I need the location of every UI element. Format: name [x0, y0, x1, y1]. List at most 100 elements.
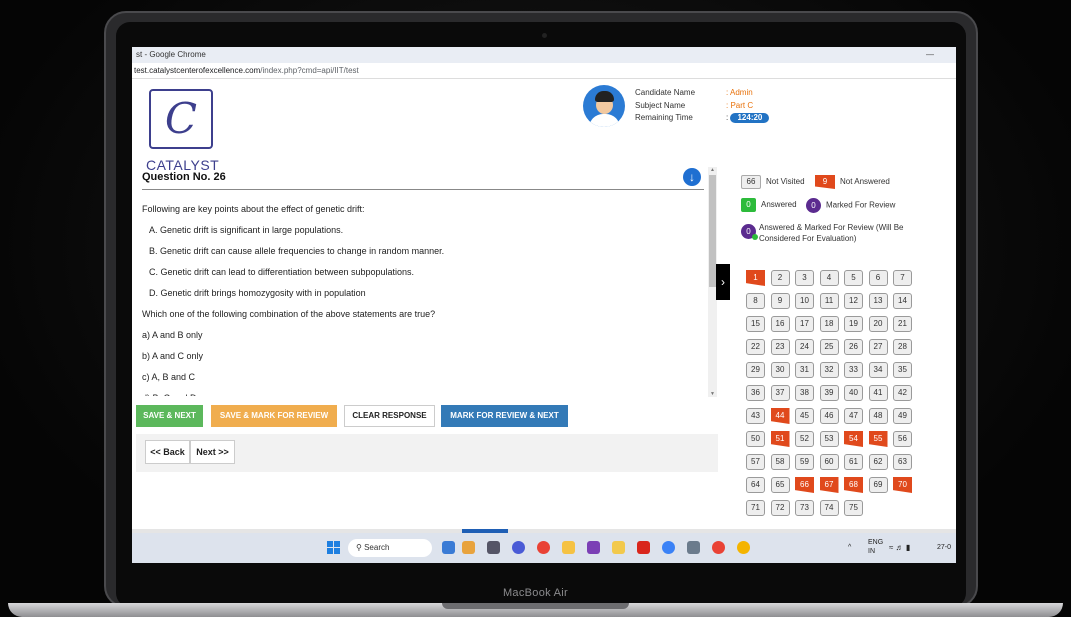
- question-palette-button[interactable]: 66: [795, 477, 814, 493]
- question-palette-button[interactable]: 69: [868, 477, 888, 493]
- question-palette-button[interactable]: 31: [795, 362, 814, 378]
- question-palette-button[interactable]: 48: [868, 408, 888, 424]
- question-palette-button[interactable]: 8: [746, 293, 765, 309]
- question-palette-button[interactable]: 64: [746, 477, 765, 493]
- save-mark-review-button[interactable]: SAVE & MARK FOR REVIEW: [211, 405, 337, 427]
- question-palette-button[interactable]: 41: [868, 385, 888, 401]
- question-palette-button[interactable]: 72: [770, 500, 790, 516]
- question-palette-button[interactable]: 9: [770, 293, 790, 309]
- question-palette-button[interactable]: 59: [795, 454, 814, 470]
- question-palette-button[interactable]: 62: [868, 454, 888, 470]
- question-palette-button[interactable]: 26: [844, 339, 863, 355]
- question-palette-button[interactable]: 23: [770, 339, 790, 355]
- chrome-icon[interactable]: [537, 541, 550, 554]
- question-palette-button[interactable]: 5: [844, 270, 863, 286]
- chrome-profile-icon[interactable]: [662, 541, 675, 554]
- question-palette-button[interactable]: 24: [795, 339, 814, 355]
- question-palette-button[interactable]: 29: [746, 362, 765, 378]
- chrome-profile-icon[interactable]: [712, 541, 725, 554]
- gallery-icon[interactable]: [462, 541, 475, 554]
- question-palette-button[interactable]: 10: [795, 293, 814, 309]
- question-palette-button[interactable]: 73: [795, 500, 814, 516]
- file-explorer-icon[interactable]: [562, 541, 575, 554]
- question-palette-button[interactable]: 47: [844, 408, 863, 424]
- question-palette-button[interactable]: 71: [746, 500, 765, 516]
- question-palette-button[interactable]: 2: [770, 270, 790, 286]
- question-palette-button[interactable]: 25: [819, 339, 839, 355]
- onenote-icon[interactable]: [587, 541, 600, 554]
- question-palette-button[interactable]: 33: [844, 362, 863, 378]
- question-palette-button[interactable]: 52: [795, 431, 814, 447]
- windows-start-icon[interactable]: [327, 541, 340, 554]
- question-palette-button[interactable]: 32: [819, 362, 839, 378]
- question-palette-button[interactable]: 7: [893, 270, 912, 286]
- acrobat-icon[interactable]: [637, 541, 650, 554]
- mark-review-next-button[interactable]: MARK FOR REVIEW & NEXT: [441, 405, 568, 427]
- question-palette-button[interactable]: 53: [819, 431, 839, 447]
- answer-option[interactable]: d) B, C and D: [142, 388, 702, 396]
- question-palette-button[interactable]: 1: [746, 270, 765, 286]
- chevron-right-icon[interactable]: ›: [716, 264, 730, 300]
- question-palette-button[interactable]: 46: [819, 408, 839, 424]
- app-icon[interactable]: [687, 541, 700, 554]
- question-palette-button[interactable]: 36: [746, 385, 765, 401]
- scroll-down-button[interactable]: ↓: [683, 168, 701, 186]
- question-palette-button[interactable]: 21: [893, 316, 912, 332]
- question-palette-button[interactable]: 28: [893, 339, 912, 355]
- question-palette-button[interactable]: 60: [819, 454, 839, 470]
- question-palette-button[interactable]: 55: [868, 431, 888, 447]
- next-button[interactable]: Next >>: [190, 440, 235, 464]
- chevron-up-icon[interactable]: ^: [848, 543, 851, 552]
- answer-option[interactable]: c) A, B and C: [142, 367, 702, 388]
- question-palette-button[interactable]: 20: [868, 316, 888, 332]
- question-palette-button[interactable]: 45: [795, 408, 814, 424]
- chrome-profile-icon[interactable]: [737, 541, 750, 554]
- wifi-volume-battery-icon[interactable]: ≈ ♬ ▮: [889, 543, 910, 552]
- question-palette-button[interactable]: 4: [819, 270, 839, 286]
- question-palette-button[interactable]: 22: [746, 339, 765, 355]
- question-palette-button[interactable]: 37: [770, 385, 790, 401]
- question-palette-button[interactable]: 65: [770, 477, 790, 493]
- question-palette-button[interactable]: 75: [844, 500, 863, 516]
- question-palette-button[interactable]: 42: [893, 385, 912, 401]
- sticky-notes-icon[interactable]: [612, 541, 625, 554]
- question-palette-button[interactable]: 49: [893, 408, 912, 424]
- question-palette-button[interactable]: 74: [819, 500, 839, 516]
- question-palette-button[interactable]: 57: [746, 454, 765, 470]
- question-palette-button[interactable]: 43: [746, 408, 765, 424]
- address-bar[interactable]: test.catalystcenterofexcellence.com/inde…: [132, 63, 956, 79]
- task-view-icon[interactable]: [487, 541, 500, 554]
- minimize-button[interactable]: —: [926, 47, 934, 63]
- answer-option[interactable]: b) A and C only: [142, 346, 702, 367]
- question-palette-button[interactable]: 12: [844, 293, 863, 309]
- question-palette-button[interactable]: 58: [770, 454, 790, 470]
- save-next-button[interactable]: SAVE & NEXT: [136, 405, 203, 427]
- question-palette-button[interactable]: 44: [770, 408, 790, 424]
- question-palette-button[interactable]: 27: [868, 339, 888, 355]
- question-palette-button[interactable]: 6: [868, 270, 888, 286]
- question-palette-button[interactable]: 50: [746, 431, 765, 447]
- widgets-icon[interactable]: [442, 541, 455, 554]
- question-palette-button[interactable]: 30: [770, 362, 790, 378]
- question-palette-button[interactable]: 40: [844, 385, 863, 401]
- question-palette-button[interactable]: 15: [746, 316, 765, 332]
- question-palette-button[interactable]: 16: [770, 316, 790, 332]
- question-palette-button[interactable]: 14: [893, 293, 912, 309]
- question-palette-button[interactable]: 63: [893, 454, 912, 470]
- question-palette-button[interactable]: 54: [844, 431, 863, 447]
- question-palette-button[interactable]: 13: [868, 293, 888, 309]
- question-palette-button[interactable]: 11: [819, 293, 839, 309]
- question-palette-button[interactable]: 19: [844, 316, 863, 332]
- question-palette-button[interactable]: 34: [868, 362, 888, 378]
- answer-option[interactable]: a) A and B only: [142, 325, 702, 346]
- question-palette-button[interactable]: 39: [819, 385, 839, 401]
- question-palette-button[interactable]: 3: [795, 270, 814, 286]
- language-indicator[interactable]: ENG IN: [868, 538, 883, 556]
- question-palette-button[interactable]: 38: [795, 385, 814, 401]
- question-palette-button[interactable]: 51: [770, 431, 790, 447]
- chat-icon[interactable]: [512, 541, 525, 554]
- back-button[interactable]: << Back: [145, 440, 190, 464]
- taskbar-search[interactable]: ⚲ Search: [348, 539, 432, 557]
- question-palette-button[interactable]: 18: [819, 316, 839, 332]
- question-palette-button[interactable]: 56: [893, 431, 912, 447]
